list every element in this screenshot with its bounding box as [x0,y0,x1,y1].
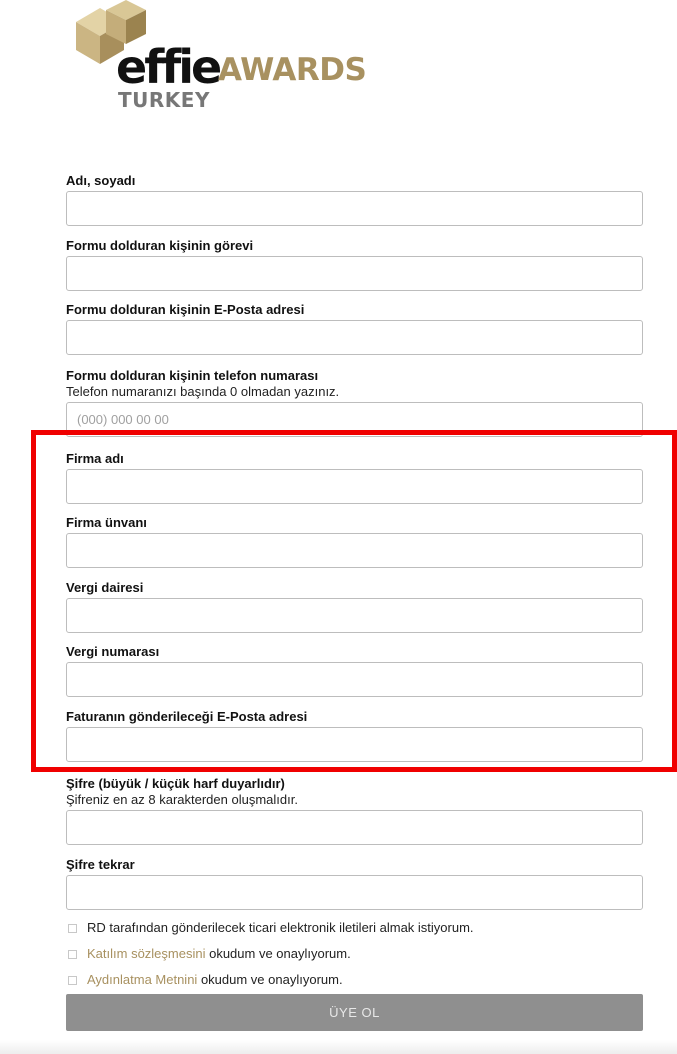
tax-number-input[interactable] [66,662,643,697]
password-repeat-input[interactable] [66,875,643,910]
password-repeat-label: Şifre tekrar [66,857,135,872]
agreement-link[interactable]: Katılım sözleşmesini [87,946,205,962]
password-label: Şifre (büyük / küçük harf duyarlıdır) [66,776,285,791]
password-hint: Şifreniz en az 8 karakterden oluşmalıdır… [66,792,298,807]
tax-office-label: Vergi dairesi [66,580,144,595]
agreement-consent-row[interactable]: Katılım sözleşmesini okudum ve onaylıyor… [66,946,351,962]
email-field: Formu dolduran kişinin E-Posta adresi [66,302,643,355]
agreement-consent-checkbox[interactable] [68,949,77,959]
privacy-consent-text: okudum ve onaylıyorum. [197,972,343,987]
privacy-consent-checkbox[interactable] [68,975,77,985]
invoice-email-field: Faturanın gönderileceği E-Posta adresi [66,709,643,762]
marketing-consent-text: RD tarafından gönderilecek ticari elektr… [87,920,474,935]
marketing-consent-row[interactable]: RD tarafından gönderilecek ticari elektr… [66,920,474,936]
full-name-label: Adı, soyadı [66,173,136,188]
tax-number-field: Vergi numarası [66,644,643,697]
full-name-field: Adı, soyadı [66,173,643,226]
privacy-notice-link[interactable]: Aydınlatma Metnini [87,972,197,988]
tax-office-input[interactable] [66,598,643,633]
logo-country-text: TURKEY [118,88,210,112]
tax-office-field: Vergi dairesi [66,580,643,633]
phone-label: Formu dolduran kişinin telefon numarası [66,368,319,383]
phone-field: Formu dolduran kişinin telefon numarası … [66,368,643,437]
position-input[interactable] [66,256,643,291]
position-label: Formu dolduran kişinin görevi [66,238,254,253]
agreement-consent-text: okudum ve onaylıyorum. [205,946,351,961]
invoice-email-input[interactable] [66,727,643,762]
tax-number-label: Vergi numarası [66,644,160,659]
company-name-input[interactable] [66,469,643,504]
company-title-label: Firma ünvanı [66,515,147,530]
password-field: Şifre (büyük / küçük harf duyarlıdır) Şi… [66,776,643,845]
logo-effie-text: effie [116,40,222,94]
email-label: Formu dolduran kişinin E-Posta adresi [66,302,305,317]
effie-awards-turkey-logo: effie AWARDS TURKEY [66,0,367,118]
logo-awards-text: AWARDS [218,52,367,88]
phone-hint: Telefon numaranızı başında 0 olmadan yaz… [66,384,340,399]
bottom-shadow [0,1040,677,1054]
privacy-consent-row[interactable]: Aydınlatma Metnini okudum ve onaylıyorum… [66,972,343,988]
company-name-label: Firma adı [66,451,124,466]
phone-input[interactable] [66,402,643,437]
marketing-consent-checkbox[interactable] [68,923,77,933]
full-name-input[interactable] [66,191,643,226]
password-input[interactable] [66,810,643,845]
register-button[interactable]: ÜYE OL [66,994,643,1031]
invoice-email-label: Faturanın gönderileceği E-Posta adresi [66,709,308,724]
company-name-field: Firma adı [66,451,643,504]
email-input[interactable] [66,320,643,355]
position-field: Formu dolduran kişinin görevi [66,238,643,291]
company-title-field: Firma ünvanı [66,515,643,568]
password-repeat-field: Şifre tekrar [66,857,643,910]
company-title-input[interactable] [66,533,643,568]
